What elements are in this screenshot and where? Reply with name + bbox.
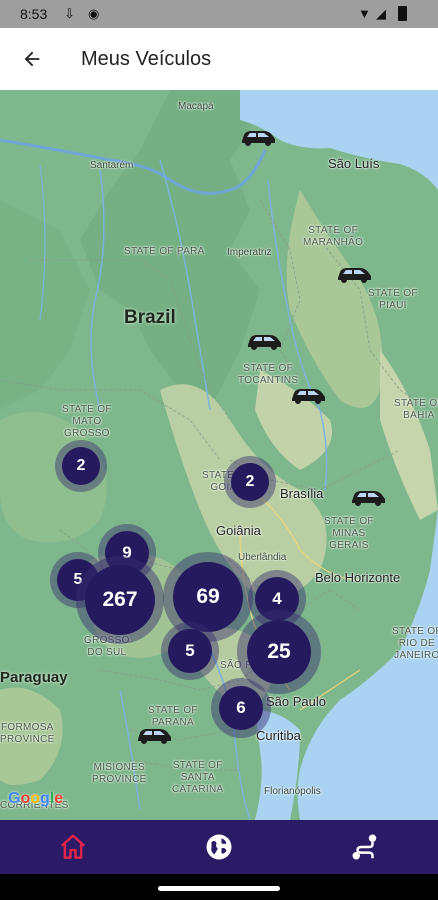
city-label-sao-luis: São Luís <box>328 156 380 171</box>
nav-map-button[interactable] <box>146 820 292 874</box>
state-label-mato-grosso: STATE OF MATO GROSSO <box>62 404 112 439</box>
city-label-macapa: Macapá <box>178 101 214 112</box>
download-icon: ⇩ <box>64 6 75 21</box>
home-icon <box>60 834 86 859</box>
status-bar: 8:53 ⇩ ◉ ▼ ◢ <box>0 0 438 28</box>
globe-icon <box>206 834 232 860</box>
cluster-marker[interactable]: 5 <box>161 622 219 680</box>
wifi-icon: ▼ <box>358 6 371 21</box>
nav-home-button[interactable] <box>0 820 146 874</box>
app-bar: Meus Veículos <box>0 28 438 90</box>
state-label-minas: STATE OF MINAS GERAIS <box>324 516 374 551</box>
city-label-sao-paulo: São Paulo <box>266 694 326 709</box>
city-label-brasilia: Brasília <box>280 486 324 501</box>
car-marker-icon[interactable] <box>244 330 284 352</box>
cluster-marker[interactable]: 2 <box>224 456 276 508</box>
cluster-count: 2 <box>231 463 269 501</box>
state-label-formosa: FORMOSA PROVINCE <box>0 722 55 745</box>
city-label-imperatriz: Imperatriz <box>227 247 272 258</box>
cluster-marker[interactable]: 2 <box>55 440 107 492</box>
cluster-count: 69 <box>173 562 243 632</box>
route-icon <box>352 834 377 860</box>
google-logo: Google <box>8 790 64 807</box>
country-label-brazil: Brazil <box>124 307 176 328</box>
car-marker-icon[interactable] <box>238 126 278 148</box>
cluster-marker[interactable]: 267 <box>76 556 164 644</box>
cluster-count: 267 <box>85 565 155 635</box>
cluster-count: 2 <box>62 447 100 485</box>
state-label-bahia: STATE OF BAHIA <box>394 398 438 421</box>
state-label-misiones: MISIONES PROVINCE <box>92 762 147 785</box>
state-label-maranhao: STATE OF MARANHÃO <box>303 225 364 248</box>
signal-icon: ◢ <box>376 6 386 21</box>
state-label-rio: STATE OF RIO DE JANEIRO <box>392 626 438 661</box>
status-time: 8:53 <box>20 6 48 22</box>
arrow-left-icon <box>24 51 40 67</box>
cluster-count: 6 <box>219 686 263 730</box>
home-gesture-handle[interactable] <box>158 886 280 891</box>
app-notification-icon: ◉ <box>88 6 100 21</box>
state-label-santa-catarina: STATE OF SANTA CATARINA <box>172 760 224 795</box>
bottom-navigation <box>0 820 438 874</box>
back-button[interactable] <box>18 45 46 73</box>
battery-icon <box>398 6 407 21</box>
city-label-uberlandia: Uberlândia <box>238 552 287 563</box>
car-marker-icon[interactable] <box>334 263 374 285</box>
map-view[interactable]: Macapá Santarém São Luís STATE OF PARÁ I… <box>0 90 438 820</box>
cluster-marker[interactable]: 6 <box>211 678 271 738</box>
car-marker-icon[interactable] <box>348 486 388 508</box>
state-label-para: STATE OF PARÁ <box>124 246 205 257</box>
cluster-count: 25 <box>247 620 311 684</box>
city-label-curitiba: Curitiba <box>256 728 301 743</box>
cluster-count: 5 <box>168 629 212 673</box>
city-label-goiania: Goiânia <box>216 523 261 538</box>
nav-route-button[interactable] <box>292 820 438 874</box>
car-marker-icon[interactable] <box>288 384 328 406</box>
car-marker-icon[interactable] <box>134 724 174 746</box>
city-label-santarem: Santarém <box>90 160 134 171</box>
page-title: Meus Veículos <box>81 48 212 70</box>
city-label-belo-horizonte: Belo Horizonte <box>315 570 401 585</box>
city-label-florianopolis: Florianópolis <box>264 786 321 797</box>
country-label-paraguay: Paraguay <box>0 669 68 686</box>
state-label-piaui: STATE OF PIAUÍ <box>368 288 418 311</box>
system-navigation-bar <box>0 874 438 900</box>
